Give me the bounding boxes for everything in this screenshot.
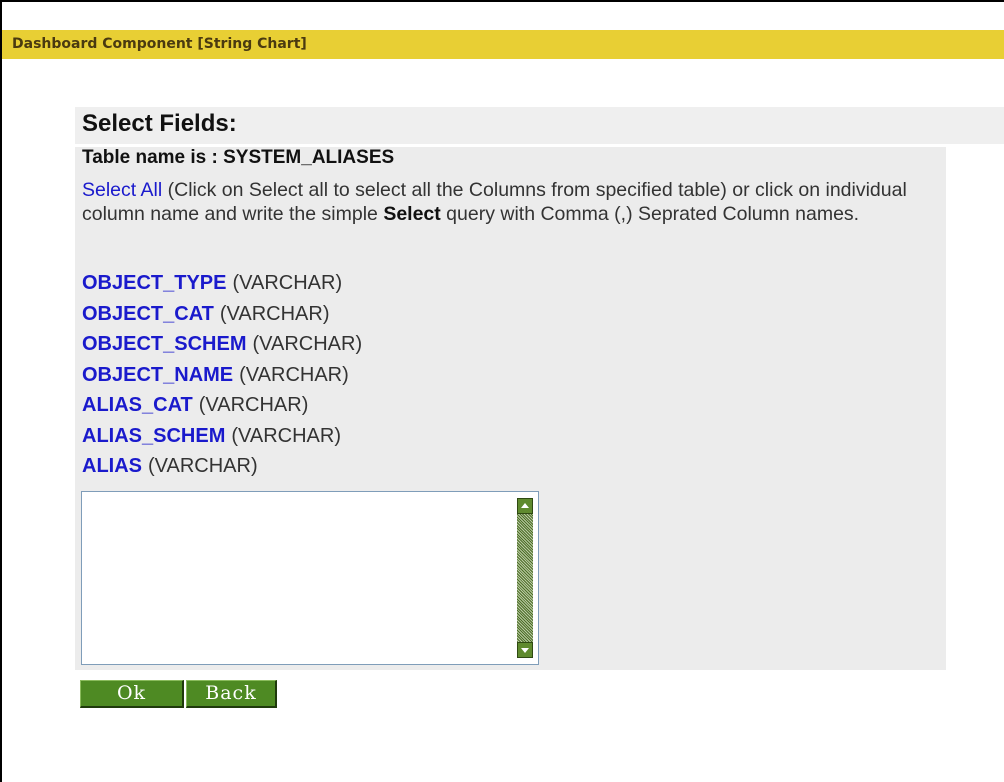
page-frame: Dashboard Component [String Chart] Selec…: [0, 0, 1004, 782]
select-fields-heading: Select Fields:: [82, 110, 237, 137]
column-type: (VARCHAR): [232, 272, 343, 294]
scroll-up-button[interactable]: [517, 498, 533, 514]
column-list: OBJECT_TYPE (VARCHAR) OBJECT_CAT (VARCHAR)…: [82, 268, 362, 482]
column-type: (VARCHAR): [219, 302, 330, 325]
table-name-label: Table name is : SYSTEM_ALIASES: [82, 147, 395, 168]
column-type: (VARCHAR): [231, 424, 341, 447]
back-button[interactable]: Back: [186, 680, 277, 708]
component-title-bar: Dashboard Component [String Chart]: [2, 30, 1004, 59]
instructions-part2: query with Comma (,) Seprated Column nam…: [440, 203, 860, 225]
column-link-alias[interactable]: ALIAS: [82, 455, 142, 477]
column-type: (VARCHAR): [239, 363, 349, 386]
select-keyword: Select: [383, 203, 441, 225]
query-textarea[interactable]: [82, 492, 512, 664]
arrow-down-icon: [521, 648, 529, 653]
column-type: (VARCHAR): [198, 394, 309, 416]
column-item: ALIAS (VARCHAR): [82, 451, 362, 482]
column-item: OBJECT_SCHEM (VARCHAR): [82, 329, 362, 360]
column-item: ALIAS_CAT (VARCHAR): [82, 390, 362, 421]
column-item: ALIAS_SCHEM (VARCHAR): [82, 421, 362, 452]
column-item: OBJECT_TYPE (VARCHAR): [82, 268, 362, 299]
column-type: (VARCHAR): [148, 455, 258, 477]
column-type: (VARCHAR): [252, 333, 363, 355]
query-scrollbar[interactable]: [512, 492, 538, 664]
column-link-object-name[interactable]: OBJECT_NAME: [82, 364, 233, 386]
column-link-alias-schem[interactable]: ALIAS_SCHEM: [82, 425, 225, 447]
scroll-track[interactable]: [517, 514, 533, 642]
query-textarea-container: [81, 491, 539, 665]
instructions-text: Select All (Click on Select all to selec…: [82, 178, 932, 226]
scroll-down-button[interactable]: [517, 642, 533, 658]
select-fields-header: Select Fields:: [75, 107, 1004, 144]
component-title: Dashboard Component [String Chart]: [12, 36, 307, 52]
ok-button[interactable]: Ok: [80, 680, 184, 708]
column-link-object-cat[interactable]: OBJECT_CAT: [82, 303, 214, 325]
column-link-alias-cat[interactable]: ALIAS_CAT: [82, 394, 193, 416]
arrow-up-icon: [521, 503, 529, 508]
column-item: OBJECT_NAME (VARCHAR): [82, 360, 362, 391]
fields-panel: Table name is : SYSTEM_ALIASES Select Al…: [75, 147, 946, 670]
column-link-object-type[interactable]: OBJECT_TYPE: [82, 272, 226, 294]
column-link-object-schem[interactable]: OBJECT_SCHEM: [82, 333, 246, 355]
column-item: OBJECT_CAT (VARCHAR): [82, 299, 362, 330]
select-all-link[interactable]: Select All: [82, 179, 162, 201]
